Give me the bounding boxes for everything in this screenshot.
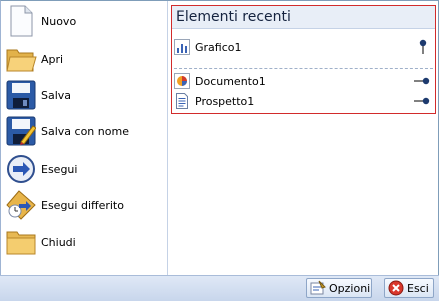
recent-items-title: Elementi recenti xyxy=(172,6,435,29)
report-icon xyxy=(174,93,190,109)
options-button[interactable]: Opzioni xyxy=(306,278,372,298)
backstage-menu: Nuovo Apri Salva Salva con nome Esegui E… xyxy=(0,0,439,301)
run-label: Esegui xyxy=(41,162,78,176)
new-document-icon xyxy=(5,5,37,37)
exit-label: Esci xyxy=(407,281,429,295)
footer-bar: Opzioni Esci xyxy=(0,275,439,301)
close-folder-icon xyxy=(5,226,37,258)
save-disk-icon xyxy=(5,79,37,111)
open-folder-icon xyxy=(5,43,37,75)
recent-item-label: Prospetto1 xyxy=(195,94,255,108)
save-as-button[interactable]: Salva con nome xyxy=(3,113,163,149)
document-icon xyxy=(174,73,190,89)
recent-item-label: Documento1 xyxy=(195,74,266,88)
recent-item-documento1[interactable]: Documento1 xyxy=(172,72,435,90)
command-column: Nuovo Apri Salva Salva con nome Esegui E… xyxy=(1,1,167,275)
new-label: Nuovo xyxy=(41,14,77,28)
open-button[interactable]: Apri xyxy=(3,41,163,77)
options-icon xyxy=(310,280,326,296)
close-label: Chiudi xyxy=(41,235,76,249)
save-label: Salva xyxy=(41,88,72,102)
unpinned-icon[interactable] xyxy=(413,93,431,109)
exit-button[interactable]: Esci xyxy=(384,278,434,298)
run-button[interactable]: Esegui xyxy=(3,151,163,187)
exit-icon xyxy=(388,280,404,296)
pinned-icon[interactable] xyxy=(413,39,431,55)
save-as-label: Salva con nome xyxy=(41,124,129,138)
recent-item-grafico1[interactable]: Grafico1 xyxy=(172,38,435,56)
save-as-icon xyxy=(5,115,37,147)
column-divider xyxy=(167,1,168,275)
new-button[interactable]: Nuovo xyxy=(3,3,163,39)
run-deferred-icon xyxy=(5,189,37,221)
recent-item-label: Grafico1 xyxy=(195,40,242,54)
recent-item-prospetto1[interactable]: Prospetto1 xyxy=(172,92,435,110)
unpinned-icon[interactable] xyxy=(413,73,431,89)
recent-items-panel: Elementi recenti Grafico1 Documento1 Pro… xyxy=(171,5,436,114)
options-label: Opzioni xyxy=(329,281,371,295)
menu-panel: Nuovo Apri Salva Salva con nome Esegui E… xyxy=(0,0,439,276)
chart-icon xyxy=(174,39,190,55)
run-deferred-label: Esegui differito xyxy=(41,198,124,212)
open-label: Apri xyxy=(41,52,64,66)
run-deferred-button[interactable]: Esegui differito xyxy=(3,187,163,223)
save-button[interactable]: Salva xyxy=(3,77,163,113)
recent-separator xyxy=(174,68,433,69)
close-button[interactable]: Chiudi xyxy=(3,224,163,260)
run-arrow-icon xyxy=(5,153,37,185)
